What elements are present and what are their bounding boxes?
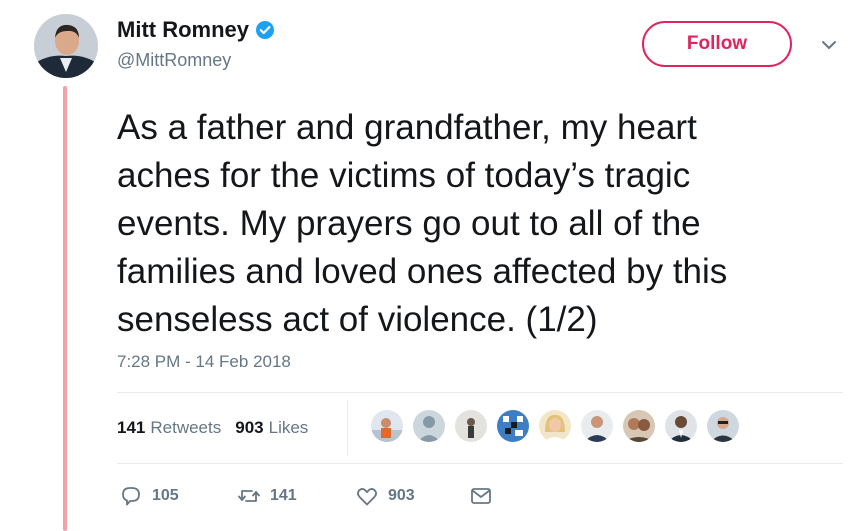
liker-avatar[interactable] [665,410,697,442]
liker-avatar[interactable] [455,410,487,442]
liker-avatar[interactable] [371,410,403,442]
liker-avatar[interactable] [707,410,739,442]
liker-avatars [371,410,739,442]
chevron-down-icon[interactable] [820,36,838,54]
user-handle[interactable]: @MittRomney [117,50,231,71]
reply-icon [122,487,140,506]
heart-icon [357,488,377,506]
retweets-count: 141 [117,418,146,437]
liker-avatar[interactable] [581,410,613,442]
liker-avatar[interactable] [497,410,529,442]
retweet-count: 141 [270,487,297,504]
stats-separator [347,400,348,456]
liker-avatar[interactable] [413,410,445,442]
avatar[interactable] [34,14,98,78]
like-button[interactable]: 903 [355,484,415,508]
like-count: 903 [388,487,415,504]
follow-button[interactable]: Follow [642,21,792,67]
verified-badge-icon [256,21,274,39]
tweet-text: As a father and grandfather, my heart ac… [117,108,728,339]
avatar-photo [34,14,98,78]
likes-label: Likes [268,418,309,437]
likes-count: 903 [235,418,264,437]
direct-message-icon [471,488,491,504]
retweets-label: Retweets [150,418,222,437]
reply-button[interactable]: 105 [119,484,179,508]
display-name[interactable]: Mitt Romney [117,17,249,43]
divider [117,392,843,393]
liker-avatar[interactable] [623,410,655,442]
retweet-button[interactable]: 141 [237,484,297,508]
tweet-stats: 141 Retweets 903 Likes [117,418,308,438]
tweet-timestamp[interactable]: 7:28 PM - 14 Feb 2018 [117,352,291,372]
retweets-stat[interactable]: 141 Retweets [117,418,221,438]
direct-message-button[interactable] [469,484,493,508]
reply-count: 105 [152,487,179,504]
divider [117,463,843,464]
likes-stat[interactable]: 903 Likes [235,418,308,438]
thread-connector-line [63,86,67,531]
liker-avatar[interactable] [539,410,571,442]
retweet-icon [238,490,260,502]
